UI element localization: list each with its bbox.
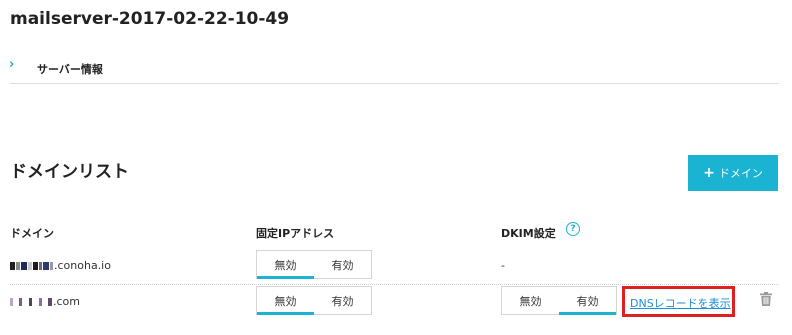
dkim-toggle[interactable]: 無効 有効: [501, 286, 617, 315]
domain-suffix: .conoha.io: [54, 259, 111, 272]
dkim-off-option[interactable]: 無効: [502, 287, 559, 314]
fixed-ip-toggle[interactable]: 無効 有効: [256, 286, 372, 315]
fixed-ip-toggle[interactable]: 無効 有効: [256, 250, 372, 279]
domain-name: .conoha.io: [10, 259, 111, 272]
fixed-ip-on-option[interactable]: 有効: [314, 287, 371, 314]
add-domain-label: ドメイン: [718, 167, 763, 180]
question-circle-icon[interactable]: ?: [566, 222, 580, 236]
row-divider: [10, 284, 779, 285]
page-title: mailserver-2017-02-22-10-49: [10, 9, 290, 29]
divider: [10, 83, 779, 84]
redacted-domain-image: [10, 261, 54, 270]
chevron-right-icon[interactable]: ›: [9, 57, 14, 72]
trash-icon[interactable]: [760, 291, 772, 310]
redacted-domain-image: [10, 297, 53, 306]
plus-icon: +: [703, 165, 715, 181]
fixed-ip-off-option[interactable]: 無効: [257, 251, 314, 279]
domain-name: .com: [10, 295, 80, 308]
dkim-on-option[interactable]: 有効: [559, 287, 616, 315]
column-header-dkim: DKIM設定: [501, 227, 556, 240]
column-header-domain: ドメイン: [10, 227, 54, 240]
column-header-fixed-ip: 固定IPアドレス: [256, 227, 335, 240]
show-dns-records-link[interactable]: DNSレコードを表示: [630, 295, 731, 311]
section-title: ドメインリスト: [10, 162, 129, 182]
domain-suffix: .com: [53, 295, 80, 308]
dkim-empty-value: -: [501, 259, 505, 272]
fixed-ip-on-option[interactable]: 有効: [314, 251, 371, 278]
add-domain-button[interactable]: + ドメイン: [688, 155, 778, 191]
fixed-ip-off-option[interactable]: 無効: [257, 287, 314, 315]
subnav-server-info[interactable]: サーバー情報: [37, 61, 103, 77]
